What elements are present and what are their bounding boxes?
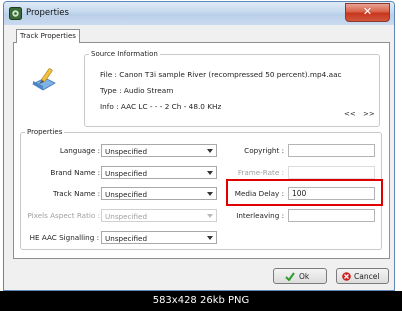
ok-label: Ok — [299, 272, 310, 281]
he-aac-signalling-value: Unspecified — [105, 234, 148, 243]
media-delay-label: Media Delay : — [234, 189, 284, 198]
pixels-aspect-ratio-select: Unspecified — [101, 209, 217, 222]
window-title: Properties — [26, 8, 69, 18]
language-select[interactable]: Unspecified — [101, 144, 217, 157]
properties-legend: Properties — [25, 128, 65, 136]
pixels-aspect-ratio-value: Unspecified — [105, 212, 148, 221]
cancel-label: Cancel — [354, 272, 380, 281]
interleaving-label: Interleaving : — [236, 211, 284, 220]
brand-name-value: Unspecified — [105, 169, 148, 178]
source-info-text: Info : AAC LC - - - 2 Ch - 48.0 KHz — [100, 102, 222, 111]
track-name-value: Unspecified — [105, 190, 148, 199]
tab-track-properties[interactable]: Track Properties — [16, 29, 80, 43]
chevron-down-icon — [207, 149, 213, 153]
he-aac-signalling-label: HE AAC Signalling : — [29, 233, 99, 242]
chevron-down-icon — [207, 214, 213, 218]
title-bar: Properties ✕ — [4, 2, 394, 25]
brand-name-label: Brand Name : — [50, 168, 100, 177]
frame-rate-label: Frame-Rate : — [237, 168, 284, 177]
he-aac-signalling-select[interactable]: Unspecified — [101, 231, 217, 244]
image-caption: 583x428 26kb PNG — [0, 291, 402, 311]
chevron-down-icon — [207, 171, 213, 175]
app-icon — [9, 7, 22, 20]
close-button[interactable]: ✕ — [345, 3, 390, 22]
previous-track-button[interactable]: << — [344, 110, 356, 118]
tab-panel: Source Information File : Canon T3i samp… — [13, 42, 390, 259]
cancel-button[interactable]: Cancel — [336, 268, 389, 284]
chevron-down-icon — [207, 236, 213, 240]
brand-name-select[interactable]: Unspecified — [101, 166, 217, 179]
pixels-aspect-ratio-label: Pixels Aspect Ratio : — [27, 211, 100, 220]
chevron-down-icon — [207, 192, 213, 196]
track-name-label: Track Name : — [52, 189, 100, 198]
close-icon: ✕ — [362, 5, 373, 18]
interleaving-field[interactable] — [288, 209, 375, 222]
frame-rate-field — [288, 166, 375, 179]
source-type-text: Type : Audio Stream — [100, 86, 174, 95]
cancel-icon — [342, 272, 351, 281]
ok-button[interactable]: Ok — [273, 268, 327, 284]
check-icon — [285, 272, 295, 281]
language-label: Language : — [59, 146, 100, 155]
source-information-legend: Source Information — [89, 50, 160, 58]
copyright-label: Copyright : — [244, 146, 284, 155]
properties-window: Properties ✕ Track Properties Source Inf… — [3, 1, 395, 291]
track-name-select[interactable]: Unspecified — [101, 187, 217, 200]
language-value: Unspecified — [105, 147, 148, 156]
media-delay-field[interactable]: 100 — [288, 187, 375, 200]
source-info-icon — [32, 68, 56, 91]
source-file-text: File : Canon T3i sample River (recompres… — [100, 70, 342, 79]
copyright-field[interactable] — [288, 144, 375, 157]
next-track-button[interactable]: >> — [363, 110, 375, 118]
